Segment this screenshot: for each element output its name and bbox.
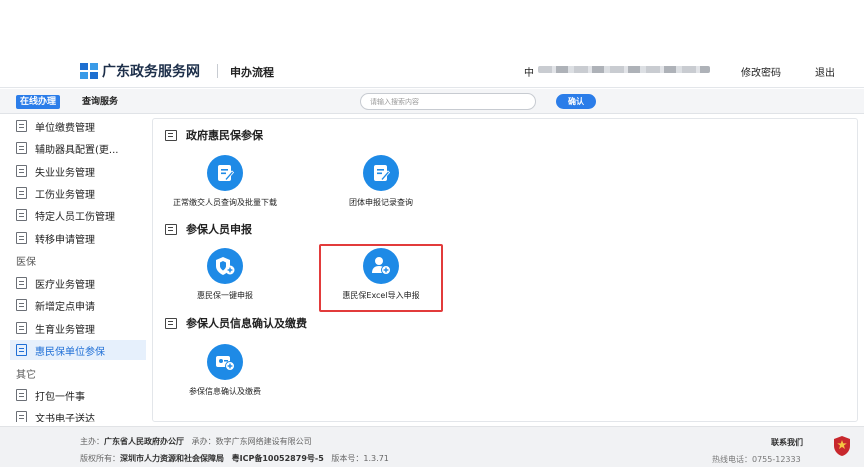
- section-title-gov-huiminbao: 政府惠民保参保: [165, 127, 263, 143]
- footer-icp[interactable]: 粤ICP备10052879号-5: [232, 454, 324, 463]
- header-divider: [217, 64, 218, 78]
- document-icon: [16, 165, 27, 177]
- change-password-link[interactable]: 修改密码: [741, 64, 781, 79]
- redacted-user-info: [538, 66, 710, 73]
- footer-version: 1.3.71: [363, 454, 389, 463]
- hotline-number: 0755-12333: [752, 455, 801, 464]
- sidebar-item-huiminbao[interactable]: 惠民保单位参保: [10, 340, 146, 360]
- tile-one-click-declaration[interactable]: 惠民保一键申报: [165, 248, 285, 301]
- footer-undertaker: 数字广东网络建设有限公司: [215, 437, 312, 446]
- sidebar-item-label: 特定人员工伤管理: [35, 211, 115, 223]
- logout-link[interactable]: 退出: [815, 64, 835, 79]
- document-icon: [16, 142, 27, 154]
- sidebar-item-label: 医疗业务管理: [35, 279, 95, 291]
- document-icon: [16, 299, 27, 311]
- sidebar-item-new-designated[interactable]: 新增定点申请: [10, 295, 146, 315]
- document-icon: [16, 322, 27, 334]
- sidebar-item-label: 失业业务管理: [35, 167, 95, 179]
- sidebar-item-label: 新增定点申请: [35, 301, 95, 313]
- shield-plus-icon: [207, 248, 243, 284]
- sidebar-group-other: 其它: [16, 370, 36, 381]
- user-name: 中: [524, 68, 534, 79]
- sidebar-item-maternity[interactable]: 生育业务管理: [10, 318, 146, 338]
- sidebar-item-label: 打包一件事: [35, 391, 85, 403]
- sidebar-item-label: 惠民保单位参保: [35, 346, 105, 358]
- footer: 主办：广东省人民政府办公厅 承办：数字广东网络建设有限公司 版权所有：深圳市人力…: [0, 426, 864, 467]
- tile-label: 惠民保一键申报: [197, 291, 253, 300]
- document-icon: [16, 209, 27, 221]
- sidebar-item-unemployment[interactable]: 失业业务管理: [10, 161, 146, 181]
- top-header: 广东政务服务网 申办流程 中 修改密码 退出: [0, 52, 864, 88]
- tile-label: 正常缴交人员查询及批量下载: [173, 198, 277, 207]
- tile-label: 参保信息确认及缴费: [189, 387, 261, 396]
- card-plus-icon: [207, 344, 243, 380]
- edit-doc-icon: [363, 155, 399, 191]
- search-input[interactable]: [360, 93, 536, 110]
- sidebar-item-label: 辅助器具配置(更...: [35, 144, 119, 156]
- sidebar-group-medical: 医保: [16, 257, 36, 268]
- document-icon: [16, 411, 27, 422]
- tile-confirm-and-pay[interactable]: 参保信息确认及缴费: [165, 344, 285, 397]
- document-icon: [16, 232, 27, 244]
- document-icon: [16, 389, 27, 401]
- edit-icon: [165, 317, 177, 329]
- footer-copyright: 深圳市人力资源和社会保障局: [120, 454, 224, 463]
- highlight-box: [319, 244, 443, 312]
- sidebar-item-package[interactable]: 打包一件事: [10, 385, 146, 405]
- footer-label: 承办：: [191, 437, 216, 446]
- edit-icon: [165, 223, 177, 235]
- page-title: 申办流程: [230, 66, 274, 79]
- guangdong-logo-icon: [80, 63, 98, 79]
- sidebar-item-label: 单位缴费管理: [35, 122, 95, 134]
- section-title-confirm-payment: 参保人员信息确认及缴费: [165, 315, 307, 331]
- sidebar-item-label: 文书电子送达: [35, 413, 95, 423]
- main-content: 政府惠民保参保 正常缴交人员查询及批量下载 团体申报记录查询 参保人员申报 惠民…: [152, 118, 858, 422]
- sidebar-item-e-delivery[interactable]: 文书电子送达: [10, 407, 146, 422]
- tab-online-handling[interactable]: 在线办理: [16, 95, 61, 109]
- sidebar-item-label: 工伤业务管理: [35, 189, 95, 201]
- edit-icon: [165, 129, 177, 141]
- section-title-text: 政府惠民保参保: [186, 129, 263, 142]
- document-icon: [16, 187, 27, 199]
- tile-normal-payers-query[interactable]: 正常缴交人员查询及批量下载: [165, 155, 285, 208]
- footer-host: 广东省人民政府办公厅: [104, 437, 184, 446]
- edit-doc-icon: [207, 155, 243, 191]
- hotline: 热线电话：0755-12333: [712, 454, 801, 465]
- section-title-text: 参保人员信息确认及缴费: [186, 317, 307, 330]
- contact-us-link[interactable]: 联系我们: [771, 437, 803, 448]
- footer-host-line: 主办：广东省人民政府办公厅 承办：数字广东网络建设有限公司: [80, 436, 312, 447]
- section-title-insured-declaration: 参保人员申报: [165, 221, 252, 237]
- sidebar-item-work-injury[interactable]: 工伤业务管理: [10, 183, 146, 203]
- sidebar-item-label: 转移申请管理: [35, 234, 95, 246]
- tile-group-declaration-query[interactable]: 团体申报记录查询: [321, 155, 441, 208]
- sidebar: 单位缴费管理 辅助器具配置(更... 失业业务管理 工伤业务管理 特定人员工伤管…: [6, 114, 148, 422]
- document-icon: [16, 120, 27, 132]
- sidebar-item-label: 生育业务管理: [35, 324, 95, 336]
- footer-label: 版本号：: [331, 454, 364, 463]
- section-title-text: 参保人员申报: [186, 223, 252, 236]
- government-emblem-icon: [834, 436, 850, 456]
- tile-label: 团体申报记录查询: [349, 198, 413, 207]
- sidebar-item-medical[interactable]: 医疗业务管理: [10, 273, 146, 293]
- nav-bar: 在线办理 查询服务 确认: [0, 89, 864, 114]
- document-icon: [16, 277, 27, 289]
- footer-label: 主办：: [80, 437, 104, 446]
- hotline-label: 热线电话：: [712, 455, 752, 464]
- confirm-button[interactable]: 确认: [556, 94, 596, 109]
- sidebar-item-unit-payment[interactable]: 单位缴费管理: [10, 116, 146, 136]
- document-icon: [16, 344, 27, 356]
- sidebar-item-transfer[interactable]: 转移申请管理: [10, 228, 146, 248]
- tab-query-service[interactable]: 查询服务: [82, 95, 118, 109]
- footer-copyright-line: 版权所有：深圳市人力资源和社会保障局 粤ICP备10052879号-5 版本号：…: [80, 453, 389, 464]
- site-name[interactable]: 广东政务服务网: [102, 61, 200, 81]
- sidebar-item-assistive-devices[interactable]: 辅助器具配置(更...: [10, 138, 146, 158]
- footer-label: 版权所有：: [80, 454, 120, 463]
- sidebar-item-special-injury[interactable]: 特定人员工伤管理: [10, 205, 146, 225]
